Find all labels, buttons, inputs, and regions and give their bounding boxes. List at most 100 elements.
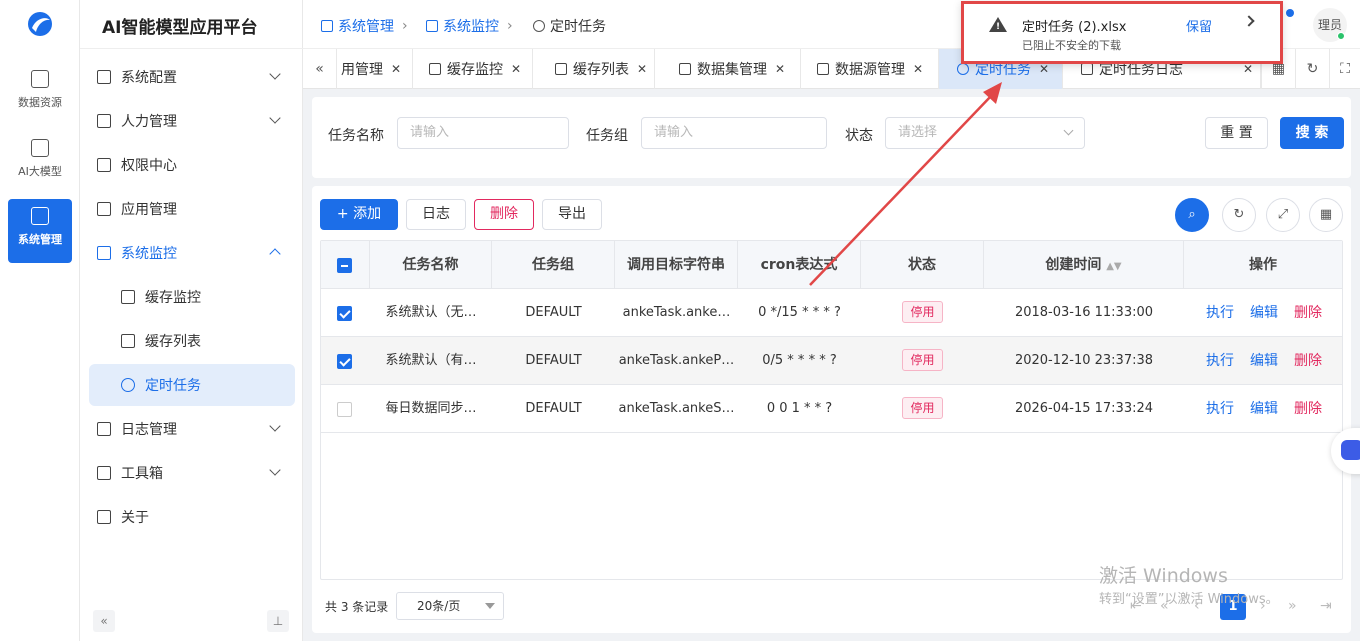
sidebar-item-scheduled-task[interactable]: 定时任务 <box>89 364 295 406</box>
rail-item-system-manage[interactable]: 系统管理 <box>8 199 72 263</box>
page-size-value: 20条/页 <box>417 599 461 613</box>
sidebar-item-hr[interactable]: 人力管理 <box>89 100 295 142</box>
users-icon <box>97 114 111 128</box>
tab-label: 缓存列表 <box>573 62 629 78</box>
select-all-checkbox[interactable] <box>337 258 352 273</box>
sidebar-item-permission[interactable]: 权限中心 <box>89 144 295 186</box>
target-cell: ankeTask.anke… <box>622 305 731 320</box>
chevron-right-icon: › <box>507 18 513 34</box>
log-icon <box>1081 63 1093 75</box>
table-row[interactable]: 系统默认（有… DEFAULT ankeTask.ankeP… 0/5 * * … <box>321 337 1342 385</box>
target-cell: ankeTask.ankeP… <box>618 353 735 368</box>
sidebar-item-about[interactable]: 关于 <box>89 496 295 538</box>
run-link[interactable]: 执行 <box>1206 385 1234 433</box>
row-checkbox[interactable] <box>337 306 352 321</box>
status-select[interactable]: 请选择 <box>885 117 1085 149</box>
tab-dataset-manage[interactable]: 数据集管理 ✕ <box>655 49 801 89</box>
sidebar-item-cache-list[interactable]: 缓存列表 <box>89 320 295 362</box>
table-row[interactable]: 系统默认（无… DEFAULT ankeTask.anke… 0 */15 * … <box>321 289 1342 337</box>
delete-button[interactable]: 删除 <box>474 199 534 230</box>
next-jump-icon[interactable]: » <box>1288 598 1297 614</box>
chevron-down-icon <box>1063 125 1074 136</box>
search-button[interactable]: 搜 索 <box>1280 117 1344 149</box>
activation-hint: 转到“设置”以激活 Windows。 <box>1099 592 1279 607</box>
sort-icon[interactable]: ▲▼ <box>1106 261 1121 272</box>
doc-icon <box>555 63 567 75</box>
add-button[interactable]: + 添加 <box>320 199 398 230</box>
chevron-right-icon[interactable] <box>1243 15 1255 27</box>
sidebar-item-apps[interactable]: 应用管理 <box>89 188 295 230</box>
status-cell: 停用 <box>861 337 984 385</box>
close-icon[interactable]: ✕ <box>913 62 923 76</box>
fullscreen-icon[interactable]: ⤢ <box>1266 198 1300 232</box>
notification-dot <box>1286 9 1294 17</box>
tab-cache-monitor[interactable]: 缓存监控 ✕ <box>413 49 533 89</box>
tab-app-manage[interactable]: 用管理 ✕ <box>337 49 413 89</box>
last-page-icon[interactable]: ⇥ <box>1320 598 1332 614</box>
cron-cell: 0 */15 * * * ? <box>758 305 841 320</box>
sidebar-item-monitor[interactable]: 系统监控 <box>89 232 295 274</box>
columns-icon[interactable]: ▦ <box>1309 198 1343 232</box>
edit-link[interactable]: 编辑 <box>1250 337 1278 385</box>
task-table: 任务名称 任务组 调用目标字符串 cron表达式 状态 创建时间 ▲▼ 操作 系… <box>320 240 1343 580</box>
row-checkbox[interactable] <box>337 354 352 369</box>
log-button[interactable]: 日志 <box>406 199 466 230</box>
edit-link[interactable]: 编辑 <box>1250 289 1278 337</box>
close-icon[interactable]: ✕ <box>1039 62 1049 76</box>
timer-icon <box>533 20 545 32</box>
close-icon[interactable]: ✕ <box>637 62 647 76</box>
table-row[interactable]: 每日数据同步… DEFAULT ankeTask.ankeS… 0 0 1 * … <box>321 385 1342 433</box>
close-icon[interactable]: ✕ <box>391 62 401 76</box>
status-badge: 停用 <box>902 349 943 371</box>
run-link[interactable]: 执行 <box>1206 337 1234 385</box>
delete-link[interactable]: 删除 <box>1294 385 1322 433</box>
close-icon[interactable]: ✕ <box>1243 62 1253 76</box>
tabs-scroll-left-icon[interactable]: « <box>303 49 337 89</box>
close-icon[interactable]: ✕ <box>511 62 521 76</box>
sidebar: AI智能模型应用平台 系统配置 人力管理 权限中心 应用管理 系统监控 缓存监控… <box>80 0 303 641</box>
sidebar-item-label: 缓存监控 <box>145 290 201 306</box>
reset-button[interactable]: 重 置 <box>1205 117 1268 149</box>
export-button[interactable]: 导出 <box>542 199 602 230</box>
created-cell: 2020-12-10 23:37:38 <box>1014 353 1154 368</box>
rail-item-data-resource[interactable]: 数据资源 <box>8 62 72 126</box>
task-group-input[interactable]: 请输入 <box>641 117 827 149</box>
tab-datasource-manage[interactable]: 数据源管理 ✕ <box>801 49 939 89</box>
avatar[interactable]: 理员 <box>1313 8 1347 42</box>
rail-item-ai-model[interactable]: AI大模型 <box>8 131 72 195</box>
breadcrumb-item[interactable]: 系统管理 › <box>321 16 408 36</box>
sidebar-item-tools[interactable]: 工具箱 <box>89 452 295 494</box>
task-name-cell: 系统默认（无… <box>385 305 477 320</box>
delete-link[interactable]: 删除 <box>1294 289 1322 337</box>
sidebar-item-system-config[interactable]: 系统配置 <box>89 56 295 98</box>
status-badge: 停用 <box>902 301 943 323</box>
task-name-cell: 每日数据同步… <box>385 401 477 416</box>
refresh-icon[interactable]: ↻ <box>1222 198 1256 232</box>
rail-label: 系统管理 <box>18 233 62 246</box>
fullscreen-icon[interactable]: ⛶ <box>1329 49 1360 89</box>
target-cell: ankeTask.ankeS… <box>618 401 735 416</box>
download-status: 已阻止不安全的下载 <box>1022 39 1121 52</box>
breadcrumb-item[interactable]: 系统监控 › <box>426 16 513 36</box>
chevron-down-icon <box>269 420 281 432</box>
delete-link[interactable]: 删除 <box>1294 337 1322 385</box>
edit-link[interactable]: 编辑 <box>1250 385 1278 433</box>
select-all-cell <box>321 241 370 289</box>
tab-cache-list[interactable]: 缓存列表 ✕ <box>533 49 655 89</box>
icon-rail: 数据资源 AI大模型 系统管理 <box>0 0 80 641</box>
search-toggle-icon[interactable]: ⌕ <box>1175 198 1209 232</box>
collapse-sidebar-button[interactable]: « <box>93 610 115 632</box>
page-size-select[interactable]: 20条/页 <box>396 592 504 620</box>
task-name-input[interactable]: 请输入 <box>397 117 569 149</box>
sidebar-item-label: 系统监控 <box>121 246 177 262</box>
keep-download-button[interactable]: 保留 <box>1186 16 1212 35</box>
sidebar-item-log[interactable]: 日志管理 <box>89 408 295 450</box>
run-link[interactable]: 执行 <box>1206 289 1234 337</box>
close-icon[interactable]: ✕ <box>775 62 785 76</box>
column-header-label: 创建时间 <box>1045 257 1102 273</box>
row-checkbox[interactable] <box>337 402 352 417</box>
refresh-icon[interactable]: ↻ <box>1295 49 1329 89</box>
sidebar-item-cache-monitor[interactable]: 缓存监控 <box>89 276 295 318</box>
column-header-sortable[interactable]: 创建时间 ▲▼ <box>984 241 1184 289</box>
pin-icon[interactable]: ⊥ <box>267 610 289 632</box>
